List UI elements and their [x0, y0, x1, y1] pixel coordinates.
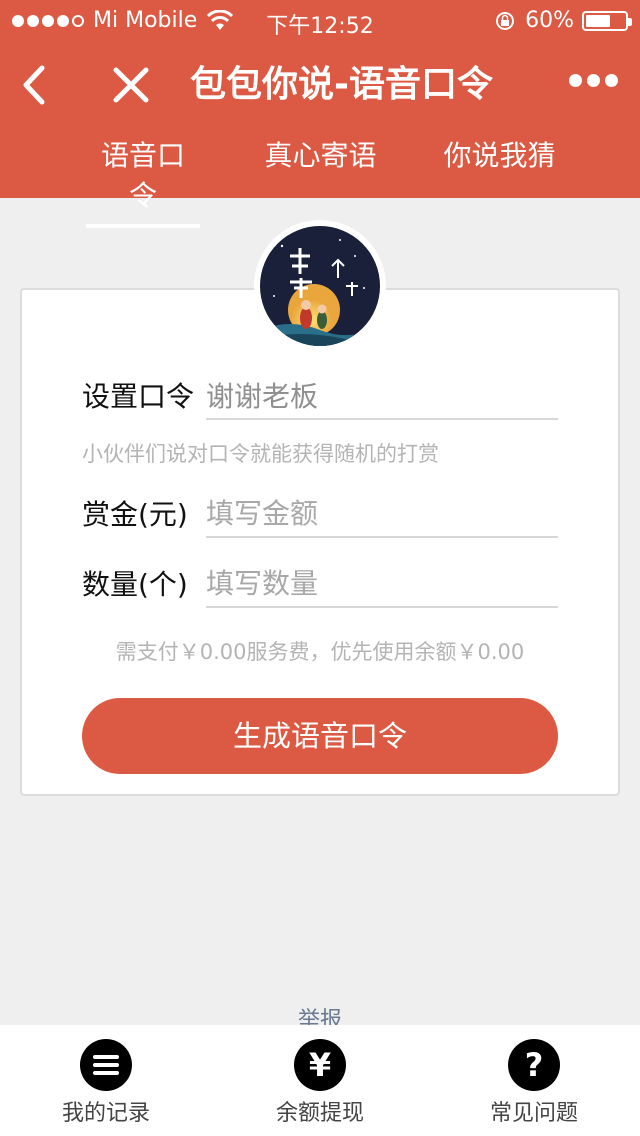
- reward-label: 赏金(元): [82, 498, 188, 531]
- bottom-bar: 我的记录 ¥ 余额提现 ? 常见问题: [0, 1025, 640, 1136]
- my-records-button[interactable]: 我的记录: [6, 1039, 206, 1127]
- reward-input[interactable]: [206, 490, 558, 538]
- avatar: [254, 220, 386, 352]
- more-dot-icon: [587, 74, 600, 87]
- status-right: 60%: [495, 8, 632, 33]
- my-records-label: 我的记录: [61, 1101, 150, 1126]
- status-bar: Mi Mobile 下午12:52 60%: [0, 0, 640, 40]
- command-input[interactable]: [206, 372, 558, 420]
- quantity-label: 数量(个): [82, 568, 188, 601]
- withdraw-balance-button[interactable]: ¥ 余额提现: [220, 1039, 420, 1127]
- battery-icon: [582, 10, 632, 31]
- yen-icon: ¥: [294, 1039, 346, 1091]
- more-dot-icon: [605, 74, 618, 87]
- nav-bar: 包包你说-语音口令: [0, 48, 640, 124]
- tab-heartfelt-message[interactable]: 真心寄语: [263, 136, 378, 176]
- reward-row: 赏金(元): [82, 490, 558, 540]
- quantity-input[interactable]: [206, 560, 558, 608]
- avatar-image: [260, 226, 380, 346]
- page-title: 包包你说-语音口令: [190, 64, 493, 105]
- back-button[interactable]: [14, 62, 54, 108]
- quantity-row: 数量(个): [82, 560, 558, 610]
- battery-percent: 60%: [525, 8, 574, 33]
- fee-notice: 需支付￥0.00服务费，优先使用余额￥0.00: [115, 640, 525, 664]
- tab-bar: 语音口令 真心寄语 你说我猜: [0, 136, 640, 228]
- header: Mi Mobile 下午12:52 60% 包包你说-语音口令 语音口令 真心寄…: [0, 0, 640, 228]
- question-icon: ?: [508, 1039, 560, 1091]
- close-button[interactable]: [108, 62, 154, 108]
- generate-voice-command-button[interactable]: 生成语音口令: [82, 698, 558, 774]
- faq-button[interactable]: ? 常见问题: [434, 1039, 634, 1127]
- withdraw-balance-label: 余额提现: [275, 1101, 364, 1126]
- tab-you-say-i-guess[interactable]: 你说我猜: [443, 136, 556, 176]
- list-icon: [80, 1039, 132, 1091]
- tab-voice-command[interactable]: 语音口令: [86, 136, 200, 228]
- command-row: 设置口令: [82, 372, 558, 422]
- command-label: 设置口令: [82, 380, 195, 413]
- faq-label: 常见问题: [489, 1101, 578, 1126]
- more-button[interactable]: [564, 74, 618, 87]
- more-dot-icon: [569, 74, 582, 87]
- orientation-lock-icon: [496, 11, 515, 30]
- command-hint: 小伙伴们说对口令就能获得随机的打赏: [82, 442, 439, 466]
